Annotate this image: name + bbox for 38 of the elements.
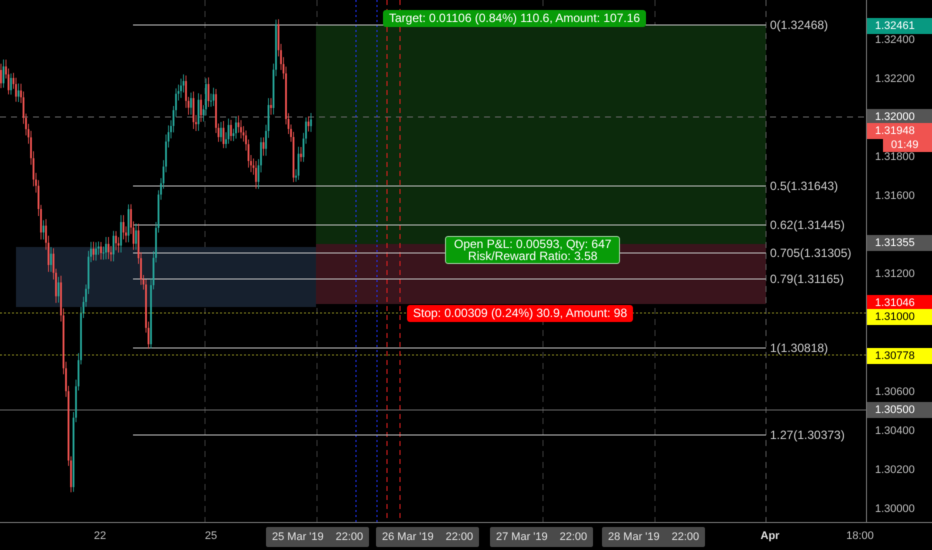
stop-label: Stop: 0.00309 (0.24%) 30.9, Amount: 98 (407, 305, 634, 322)
fib-level-label: 1.27(1.30373) (770, 427, 845, 443)
price-tag: 1.30778 (867, 348, 932, 364)
target-label: Target: 0.01106 (0.84%) 110.6, Amount: 107.16 (383, 10, 646, 27)
price-tag: 1.30500 (867, 402, 932, 418)
fib-level-label: 0.5(1.31643) (770, 178, 838, 194)
price-tick-label: 1.32200 (875, 72, 915, 86)
date-label: 27 Mar '19 (496, 531, 548, 543)
price-tag: 01:49 (883, 138, 932, 152)
price-tick-label: 1.30000 (875, 502, 915, 516)
price-tag: 1.32461 (867, 18, 932, 34)
time-label: 22:00 (336, 531, 364, 543)
fib-level-label: 0.705(1.31305) (770, 245, 852, 261)
price-tick-label: 1.31800 (875, 150, 915, 164)
time-tick-label: 22 (92, 530, 108, 542)
fib-level-label: 1(1.30818) (770, 340, 828, 356)
time-label: 22:00 (446, 531, 474, 543)
time-label: 22:00 (560, 531, 588, 543)
pnl-label: Open P&L: 0.00593, Qty: 647 Risk/Reward Ratio: 3.58 (445, 236, 620, 264)
date-label: 25 Mar '19 (272, 531, 324, 543)
price-tick-label: 1.30600 (875, 385, 915, 399)
price-tick-label: 1.32400 (875, 33, 915, 47)
time-label: 22:00 (672, 531, 700, 543)
price-tick-label: 1.30200 (875, 463, 915, 477)
fib-level-label: 0(1.32468) (770, 17, 828, 33)
time-tick-label: 25 (204, 530, 218, 542)
date-label: 28 Mar '19 (608, 531, 660, 543)
time-tick-label: Apr (760, 530, 780, 542)
date-label: 26 Mar '19 (382, 531, 434, 543)
price-tag: 1.31000 (867, 309, 932, 325)
price-tag: 1.31948 (867, 123, 932, 139)
time-tick-label: 18:00 (846, 530, 874, 542)
price-tag: 1.31355 (867, 235, 932, 251)
price-tick-label: 1.31600 (875, 189, 915, 203)
price-tick-label: 1.30400 (875, 424, 915, 438)
price-tick-label: 1.31200 (875, 267, 915, 281)
fib-level-label: 0.79(1.31165) (770, 271, 844, 287)
fib-level-label: 0.62(1.31445) (770, 217, 845, 233)
